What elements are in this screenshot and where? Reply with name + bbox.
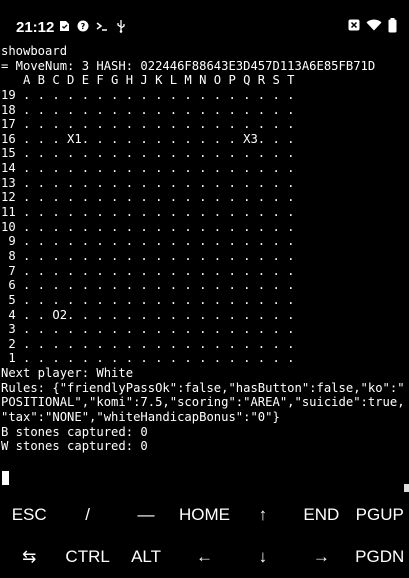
key-end[interactable]: END: [292, 494, 350, 536]
key-dash[interactable]: —: [117, 494, 175, 536]
extra-keys-bar: ESC / — HOME ↑ END PGUP ⇆ CTRL ALT ← ↓ →…: [0, 494, 409, 577]
board-row: 17 . . . . . . . . . . . . . . . . . . .: [1, 117, 295, 132]
rules-line: "tax":"NONE","whiteHandicapBonus":"0"}: [1, 410, 280, 425]
status-time: 21:12: [16, 19, 55, 36]
sim-card-icon: [58, 20, 70, 32]
board-row: 8 . . . . . . . . . . . . . . . . . . .: [1, 248, 295, 263]
board-row: 3 . . . . . . . . . . . . . . . . . . .: [1, 322, 295, 337]
key-left-arrow[interactable]: ←: [175, 536, 233, 578]
terminal-cursor: [2, 471, 9, 485]
key-slash[interactable]: /: [58, 494, 116, 536]
extra-keys-row: ⇆ CTRL ALT ← ↓ → PGDN: [0, 536, 409, 578]
status-icons-left: ?: [58, 19, 127, 33]
key-esc[interactable]: ESC: [0, 494, 58, 536]
captured-line: W stones captured: 0: [1, 439, 148, 454]
terminal-line: = MoveNum: 3 HASH: 022446F88643E3D457D11…: [1, 58, 376, 73]
settings-icon: ?: [77, 20, 89, 32]
scroll-indicator: [404, 484, 409, 492]
key-pgdn[interactable]: PGDN: [351, 536, 409, 578]
terminal-output[interactable]: showboard = MoveNum: 3 HASH: 022446F8864…: [1, 44, 409, 494]
board-row: 16 . . . X1. . . . . . . . . . . X3. . .: [1, 131, 295, 146]
battery-icon: [388, 17, 397, 32]
board-row: 15 . . . . . . . . . . . . . . . . . . .: [1, 146, 295, 161]
wifi-icon: [366, 19, 382, 31]
board-row: 11 . . . . . . . . . . . . . . . . . . .: [1, 205, 295, 220]
board-row: 18 . . . . . . . . . . . . . . . . . . .: [1, 102, 295, 117]
key-tab[interactable]: ⇆: [0, 536, 58, 578]
terminal-prompt-icon: [96, 20, 108, 32]
board-row: 10 . . . . . . . . . . . . . . . . . . .: [1, 219, 295, 234]
extra-keys-row: ESC / — HOME ↑ END PGUP: [0, 494, 409, 536]
captured-line: B stones captured: 0: [1, 424, 148, 439]
rules-line: POSITIONAL","komi":7.5,"scoring":"AREA",…: [1, 395, 405, 410]
board-row: 12 . . . . . . . . . . . . . . . . . . .: [1, 190, 295, 205]
board-row: 19 . . . . . . . . . . . . . . . . . . .: [1, 87, 295, 102]
board-row: 7 . . . . . . . . . . . . . . . . . . .: [1, 263, 295, 278]
board-row: 5 . . . . . . . . . . . . . . . . . . .: [1, 292, 295, 307]
usb-icon: [115, 19, 127, 33]
key-pgup[interactable]: PGUP: [351, 494, 409, 536]
board-row: 4 . . O2. . . . . . . . . . . . . . . .: [1, 307, 295, 322]
board-row: 14 . . . . . . . . . . . . . . . . . . .: [1, 161, 295, 176]
status-bar: 21:12 ?: [0, 0, 409, 44]
board-column-header: A B C D E F G H J K L M N O P Q R S T: [1, 73, 295, 88]
next-player-line: Next player: White: [1, 366, 134, 381]
key-right-arrow[interactable]: →: [292, 536, 350, 578]
terminal-line: showboard: [1, 44, 68, 58]
key-down-arrow[interactable]: ↓: [234, 536, 292, 578]
board-row: 1 . . . . . . . . . . . . . . . . . . .: [1, 351, 295, 366]
rules-line: Rules: {"friendlyPassOk":false,"hasButto…: [1, 380, 405, 395]
svg-text:?: ?: [81, 22, 86, 31]
key-up-arrow[interactable]: ↑: [234, 494, 292, 536]
close-box-icon: [348, 19, 360, 31]
board-row: 13 . . . . . . . . . . . . . . . . . . .: [1, 175, 295, 190]
key-alt[interactable]: ALT: [117, 536, 175, 578]
status-icons-right: [348, 17, 397, 32]
board-row: 6 . . . . . . . . . . . . . . . . . . .: [1, 278, 295, 293]
key-ctrl[interactable]: CTRL: [58, 536, 116, 578]
board-row: 2 . . . . . . . . . . . . . . . . . . .: [1, 336, 295, 351]
board-row: 9 . . . . . . . . . . . . . . . . . . .: [1, 234, 295, 249]
key-home[interactable]: HOME: [175, 494, 233, 536]
